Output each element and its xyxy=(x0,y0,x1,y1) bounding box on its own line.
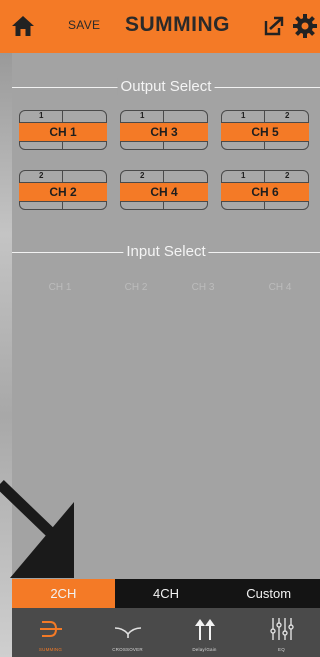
nav-crossover-label: CROSSOVER xyxy=(112,647,143,652)
ch-label: CH 5 xyxy=(221,122,309,142)
crossover-icon xyxy=(114,627,141,638)
output-ch-button[interactable]: 1 CH 1 xyxy=(19,110,107,150)
ch-slot-left: 2 xyxy=(39,171,44,180)
top-bar: SAVE SUMMING xyxy=(0,0,320,53)
nav-summing-label: SUMMING xyxy=(38,647,63,652)
nav-delay-gain[interactable]: Delay/Gain xyxy=(166,608,243,657)
input-ch-button[interactable]: CH 2 xyxy=(116,282,156,293)
output-select-header: Output Select xyxy=(12,78,320,96)
nav-crossover[interactable]: CROSSOVER xyxy=(89,608,166,657)
output-ch-button[interactable]: 2 CH 2 xyxy=(19,170,107,210)
settings-button[interactable] xyxy=(292,13,318,39)
export-button[interactable] xyxy=(263,15,285,37)
input-ch-button[interactable]: CH 4 xyxy=(260,282,300,293)
summing-icon xyxy=(39,621,62,637)
gear-icon xyxy=(293,14,317,38)
ch-slot-left: 1 xyxy=(241,171,246,180)
ch-label: CH 2 xyxy=(19,182,107,202)
ch-slot-right: 2 xyxy=(285,171,290,180)
save-button[interactable]: SAVE xyxy=(68,18,100,32)
ch-label: CH 4 xyxy=(120,182,208,202)
eq-icon xyxy=(269,618,294,640)
ch-label: CH 6 xyxy=(221,182,309,202)
output-ch-button[interactable]: 2 CH 4 xyxy=(120,170,208,210)
bottom-nav: SUMMING CROSSOVER Delay/Gain EQ xyxy=(12,608,320,657)
tab-custom[interactable]: Custom xyxy=(217,579,320,608)
input-ch-button[interactable]: CH 3 xyxy=(183,282,223,293)
ch-label: CH 1 xyxy=(19,122,107,142)
delay-gain-icon xyxy=(194,619,215,640)
nav-eq[interactable]: EQ xyxy=(243,608,320,657)
ch-slot-left: 1 xyxy=(241,111,246,120)
tab-2ch[interactable]: 2CH xyxy=(12,579,115,608)
ch-slot-right: 2 xyxy=(285,111,290,120)
input-select-header: Input Select xyxy=(12,243,320,261)
ch-slot-left: 1 xyxy=(140,111,145,120)
side-strip xyxy=(0,53,12,657)
home-icon xyxy=(12,16,34,36)
ch-slot-left: 2 xyxy=(140,171,145,180)
tab-4ch[interactable]: 4CH xyxy=(114,579,218,608)
nav-summing[interactable]: SUMMING xyxy=(12,608,89,657)
nav-delay-gain-label: Delay/Gain xyxy=(192,647,217,652)
home-button[interactable] xyxy=(10,14,36,38)
input-select-label: Input Select xyxy=(123,243,209,260)
ch-label: CH 3 xyxy=(120,122,208,142)
output-select-label: Output Select xyxy=(117,78,215,95)
output-ch-button[interactable]: 1 2 CH 5 xyxy=(221,110,309,150)
output-ch-button[interactable]: 1 CH 3 xyxy=(120,110,208,150)
export-icon xyxy=(264,16,284,36)
output-ch-button[interactable]: 1 2 CH 6 xyxy=(221,170,309,210)
nav-eq-label: EQ xyxy=(278,647,285,652)
page-title: SUMMING xyxy=(125,13,230,36)
input-ch-button[interactable]: CH 1 xyxy=(40,282,80,293)
ch-slot-left: 1 xyxy=(39,111,44,120)
mode-tabs: 2CH 4CH Custom xyxy=(12,579,320,608)
main-screen xyxy=(12,0,320,657)
